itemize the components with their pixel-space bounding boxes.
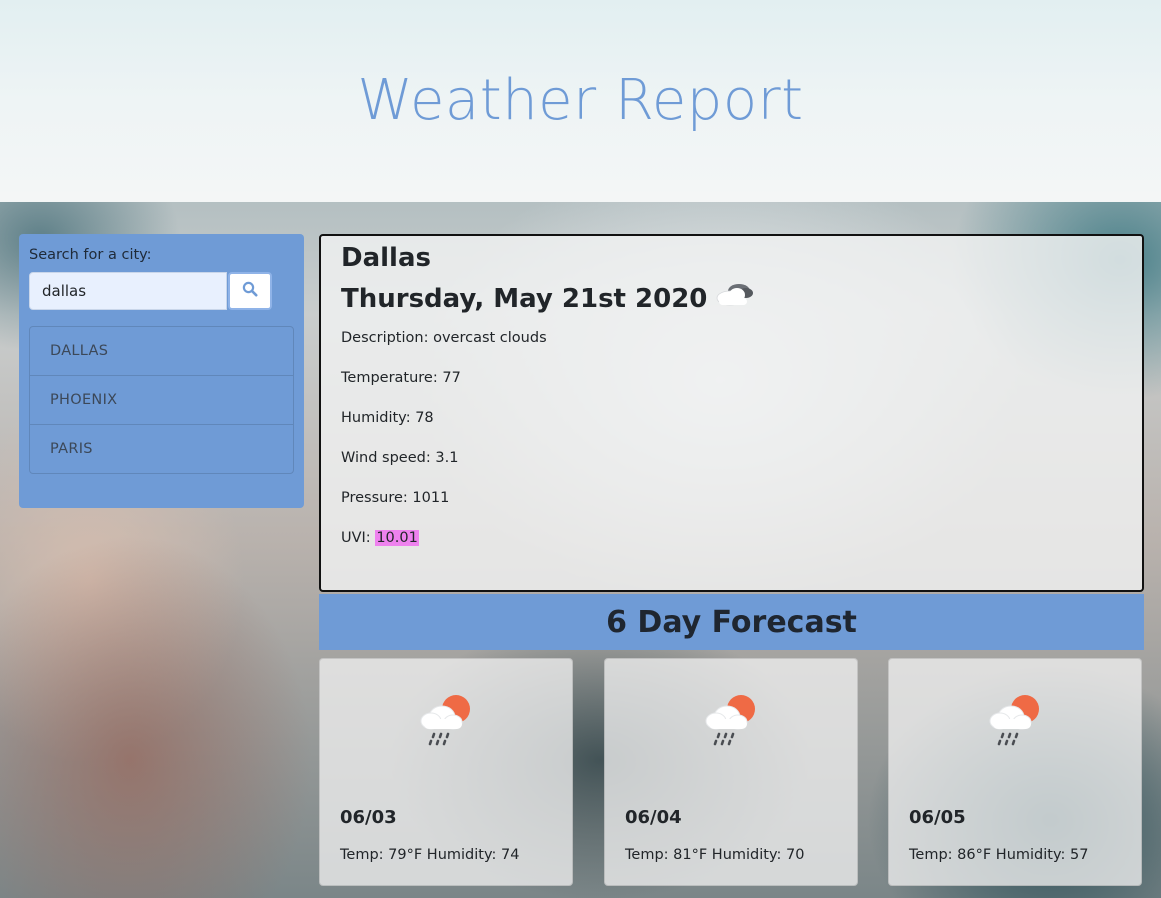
city-item-paris[interactable]: PARIS (30, 425, 293, 473)
forecast-card: 06/04 Temp: 81°F Humidity: 70 (604, 658, 858, 886)
forecast-title: 6 Day Forecast (319, 594, 1144, 650)
current-date: Thursday, May 21st 2020 (341, 283, 708, 314)
cloudy-icon (715, 278, 755, 319)
search-row (29, 272, 294, 310)
description-value: overcast clouds (433, 330, 547, 346)
forecast-info: Temp: 86°F Humidity: 57 (909, 847, 1089, 863)
city-item-phoenix[interactable]: PHOENIX (30, 376, 293, 425)
wind-speed-value: 3.1 (435, 450, 459, 466)
humidity-line: Humidity: 78 (341, 410, 434, 426)
sidebar: Search for a city: DALLAS PHOENIX PARIS (19, 234, 304, 508)
sun-rain-icon (697, 687, 765, 755)
search-input[interactable] (29, 272, 227, 310)
uvi-line: UVI: 10.01 (341, 530, 419, 546)
forecast-card: 06/03 Temp: 79°F Humidity: 74 (319, 658, 573, 886)
forecast-info: Temp: 79°F Humidity: 74 (340, 847, 520, 863)
header: Weather Report (0, 0, 1161, 202)
forecast-card: 06/05 Temp: 86°F Humidity: 57 (888, 658, 1142, 886)
search-label: Search for a city: (29, 247, 152, 263)
wind-speed-line: Wind speed: 3.1 (341, 450, 459, 466)
uvi-badge: 10.01 (375, 530, 419, 546)
city-history-list: DALLAS PHOENIX PARIS (29, 326, 294, 474)
temperature-line: Temperature: 77 (341, 370, 461, 386)
current-date-heading: Thursday, May 21st 2020 (341, 278, 1122, 319)
sun-rain-icon (412, 687, 480, 755)
sun-rain-icon (981, 687, 1049, 755)
city-item-dallas[interactable]: DALLAS (30, 327, 293, 376)
pressure-line: Pressure: 1011 (341, 490, 450, 506)
search-icon (242, 281, 258, 301)
city-name: Dallas (341, 243, 431, 273)
current-weather-card: Dallas Thursday, May 21st 2020 Descripti… (319, 234, 1144, 592)
forecast-date: 06/04 (625, 807, 682, 828)
temperature-value: 77 (442, 370, 461, 386)
forecast-info: Temp: 81°F Humidity: 70 (625, 847, 805, 863)
humidity-value: 78 (415, 410, 434, 426)
description-line: Description: overcast clouds (341, 330, 547, 346)
pressure-value: 1011 (412, 490, 450, 506)
forecast-date: 06/05 (909, 807, 966, 828)
forecast-date: 06/03 (340, 807, 397, 828)
search-button[interactable] (228, 272, 272, 310)
page-title: Weather Report (357, 68, 804, 133)
